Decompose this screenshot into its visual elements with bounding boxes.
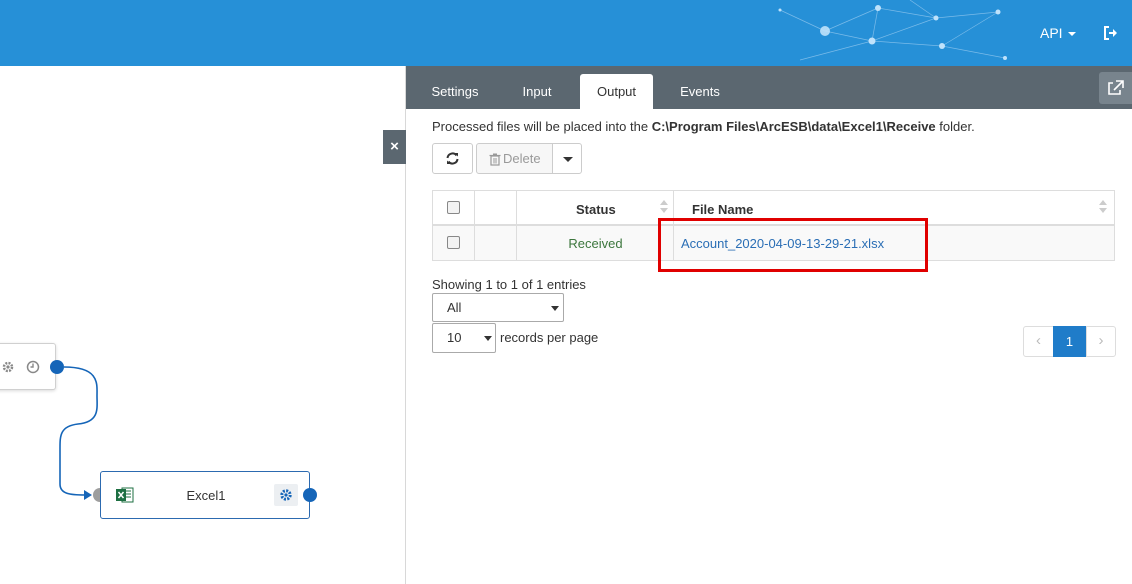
delete-button[interactable]: Delete <box>476 143 553 174</box>
popout-button[interactable] <box>1099 72 1132 104</box>
flow-canvas[interactable]: Excel1 <box>0 66 406 584</box>
tab-events[interactable]: Events <box>664 74 736 109</box>
external-link-icon <box>1108 80 1124 95</box>
records-per-page-label: records per page <box>500 330 599 345</box>
status-value: Received <box>568 236 623 251</box>
highlight-annotation-box <box>658 218 928 272</box>
entries-info: Showing 1 to 1 of 1 entries <box>432 277 586 292</box>
filter-select[interactable]: All <box>432 293 564 322</box>
row-select-cell <box>433 226 475 260</box>
connector-node-partial[interactable] <box>0 343 56 390</box>
clock-icon[interactable] <box>26 360 40 374</box>
tab-bar: Settings Input Output Events <box>406 66 1132 109</box>
header-spacer <box>475 191 517 224</box>
api-menu-label: API <box>1040 25 1063 41</box>
refresh-button[interactable] <box>432 143 473 174</box>
current-page-button[interactable]: 1 <box>1053 326 1086 357</box>
caret-down-icon <box>551 306 559 311</box>
close-panel-button[interactable]: × <box>383 130 406 164</box>
output-panel: Settings Input Output Events Processed f… <box>406 66 1132 584</box>
file-name-header-label: File Name <box>692 202 754 217</box>
tab-output[interactable]: Output <box>580 74 653 109</box>
output-port[interactable] <box>303 488 317 502</box>
gear-icon <box>280 489 292 501</box>
row-spacer <box>475 226 517 260</box>
gear-icon[interactable] <box>1 360 15 374</box>
output-folder-path: C:\Program Files\ArcESB\data\Excel1\Rece… <box>651 119 936 134</box>
select-all-checkbox[interactable] <box>447 201 460 214</box>
sort-icon <box>1099 200 1107 214</box>
caret-down-icon <box>1067 32 1076 37</box>
node-settings-button[interactable] <box>274 484 298 506</box>
status-header[interactable]: Status <box>517 191 674 224</box>
refresh-icon <box>446 152 459 165</box>
tab-input[interactable]: Input <box>502 74 572 109</box>
output-folder-info: Processed files will be placed into the … <box>432 119 975 134</box>
status-header-label: Status <box>576 202 616 217</box>
previous-page-button[interactable]: ‹ <box>1024 327 1053 356</box>
excel-connector-node[interactable]: Excel1 <box>100 471 310 519</box>
network-graphic-decoration <box>778 0 1007 61</box>
caret-down-icon <box>563 157 573 162</box>
next-page-button[interactable]: › <box>1086 327 1115 356</box>
trash-icon <box>489 153 501 166</box>
tab-settings[interactable]: Settings <box>418 74 492 109</box>
filter-select-value: All <box>447 300 462 315</box>
output-port[interactable] <box>50 360 64 374</box>
row-checkbox[interactable] <box>447 236 460 249</box>
page-size-select[interactable]: 10 <box>432 323 496 353</box>
sort-icon <box>660 200 668 214</box>
caret-down-icon <box>484 336 492 341</box>
info-suffix: folder. <box>935 119 975 134</box>
info-prefix: Processed files will be placed into the <box>432 119 652 134</box>
api-menu[interactable]: API <box>1040 25 1076 41</box>
pagination: ‹ 1 › <box>1023 326 1116 357</box>
delete-label: Delete <box>503 151 541 166</box>
page-size-value: 10 <box>447 330 462 345</box>
top-bar: API <box>0 0 1132 66</box>
select-all-cell <box>433 191 475 224</box>
delete-options-dropdown[interactable] <box>552 143 582 174</box>
logout-icon[interactable] <box>1103 25 1119 41</box>
